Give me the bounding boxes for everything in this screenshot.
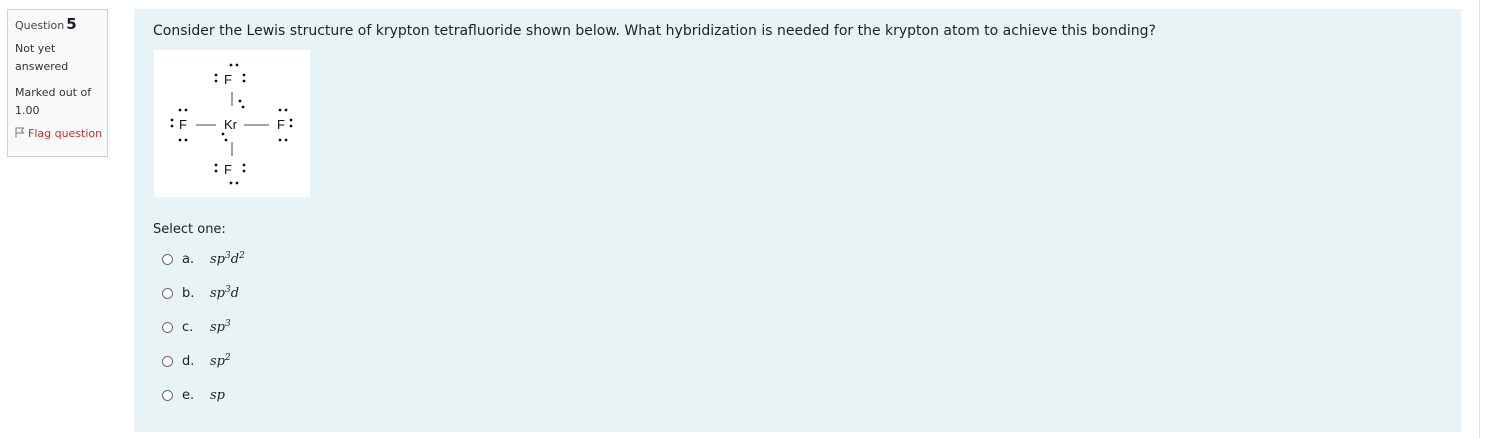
atom-bottom-f: F xyxy=(224,162,232,177)
answer-formula: sp3d xyxy=(210,284,240,301)
lone-pair-dot xyxy=(170,118,174,122)
lone-pair-dot xyxy=(289,118,293,122)
lone-pair-dot xyxy=(178,108,182,112)
radio-button[interactable] xyxy=(162,355,173,367)
radio-button[interactable] xyxy=(162,321,173,333)
kr-lone-pair-dot xyxy=(241,105,245,109)
question-number: 5 xyxy=(66,15,77,33)
question-info-panel: Question 5 Not yet answered Marked out of… xyxy=(7,9,108,157)
lone-pair-dot xyxy=(242,73,246,77)
lone-pair-dot xyxy=(235,63,239,67)
flag-question-link[interactable]: Flag question xyxy=(15,126,107,142)
kr-lone-pair-dot xyxy=(224,138,228,142)
answer-option-e[interactable]: e. sp xyxy=(162,385,225,405)
lewis-structure-image: F Kr F F F xyxy=(154,50,310,197)
lone-pair-dot xyxy=(242,163,246,167)
radio-button[interactable] xyxy=(162,389,173,401)
answer-option-d[interactable]: d. sp2 xyxy=(162,351,231,371)
question-content: Consider the Lewis structure of krypton … xyxy=(134,9,1461,432)
question-grade: Marked out of 1.00 xyxy=(15,86,92,117)
answer-option-c[interactable]: c. sp3 xyxy=(162,317,231,337)
lone-pair-dot xyxy=(184,138,188,142)
radio-button[interactable] xyxy=(162,287,173,299)
flag-question-label: Flag question xyxy=(28,127,103,140)
kr-lone-pair-dot xyxy=(238,99,242,103)
question-state: Not yet answered xyxy=(15,42,69,73)
lewis-structure-diagram: F Kr F F F xyxy=(170,63,293,185)
answer-option-a[interactable]: a. sp3d2 xyxy=(162,249,245,269)
lone-pair-dot xyxy=(242,79,246,83)
kr-lone-pair-dot xyxy=(221,132,225,136)
lone-pair-dot xyxy=(289,124,293,128)
answer-formula: sp3 xyxy=(210,318,231,335)
flag-icon xyxy=(15,127,25,138)
lone-pair-dot xyxy=(284,108,288,112)
lone-pair-dot xyxy=(278,108,282,112)
lone-pair-dot xyxy=(242,169,246,173)
radio-button[interactable] xyxy=(162,253,173,265)
atom-left-f: F xyxy=(179,117,187,132)
answer-formula: sp2 xyxy=(210,352,231,369)
lone-pair-dot xyxy=(178,138,182,142)
lone-pair-dot xyxy=(278,138,282,142)
answer-option-b[interactable]: b. sp3d xyxy=(162,283,239,303)
answer-formula: sp3d2 xyxy=(210,250,245,267)
lone-pair-dot xyxy=(214,169,218,173)
lone-pair-dot xyxy=(235,181,239,185)
lone-pair-dot xyxy=(214,163,218,167)
atom-top-f: F xyxy=(224,72,232,87)
lone-pair-dot xyxy=(229,63,233,67)
lone-pair-dot xyxy=(229,181,233,185)
select-one-prompt: Select one: xyxy=(153,222,226,237)
question-text: Consider the Lewis structure of krypton … xyxy=(153,23,1156,39)
page-right-border xyxy=(1479,0,1480,438)
lone-pair-dot xyxy=(184,108,188,112)
question-number-label: Question 5 xyxy=(15,15,77,33)
atom-center-kr: Kr xyxy=(224,117,238,132)
answer-formula: sp xyxy=(210,387,225,403)
lone-pair-dot xyxy=(170,124,174,128)
lone-pair-dot xyxy=(214,79,218,83)
atom-right-f: F xyxy=(277,117,285,132)
lone-pair-dot xyxy=(214,73,218,77)
lone-pair-dot xyxy=(284,138,288,142)
